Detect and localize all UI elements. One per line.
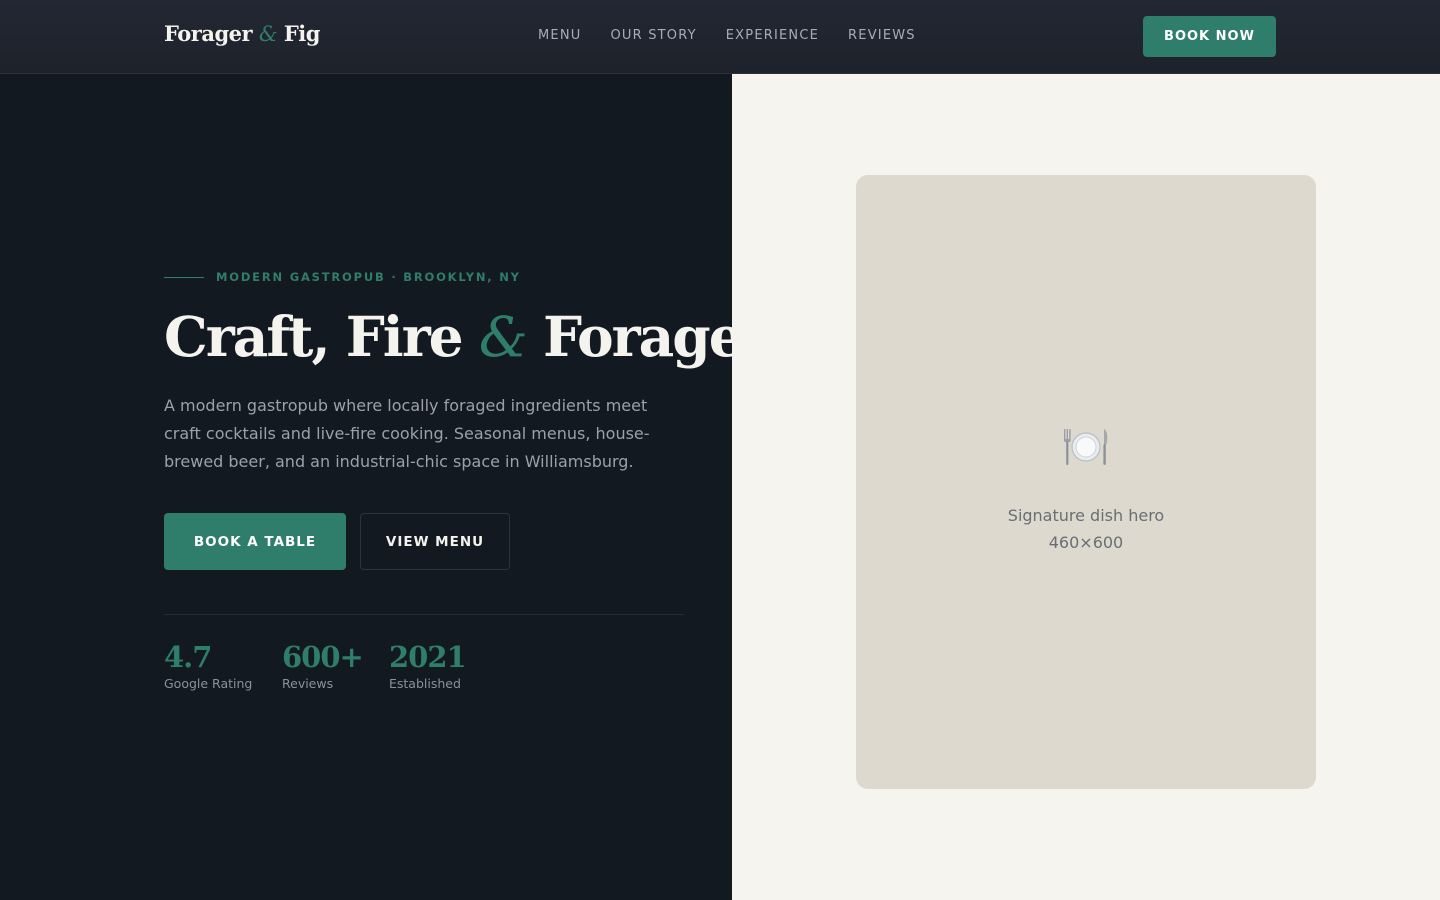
stats-divider xyxy=(164,614,684,615)
signature-dish-image-placeholder: Signature dish hero 460×600 xyxy=(856,175,1316,789)
stat-label: Reviews xyxy=(282,676,334,691)
brand-name-part1: Forager xyxy=(164,21,253,46)
plate-with-cutlery-icon xyxy=(856,423,1316,475)
stat-label: Established xyxy=(389,676,461,691)
eyebrow-text: MODERN GASTROPUB · BROOKLYN, NY xyxy=(216,270,521,284)
stat-value: 4.7 xyxy=(164,640,212,674)
stat-established: 2021 Established xyxy=(389,640,467,691)
main-nav: MENU OUR STORY EXPERIENCE REVIEWS xyxy=(538,28,916,43)
book-now-button[interactable]: BOOK NOW xyxy=(1143,16,1276,57)
brand-ampersand: & xyxy=(258,22,278,46)
view-menu-button[interactable]: VIEW MENU xyxy=(360,513,510,570)
eyebrow-rule xyxy=(164,276,204,278)
caption-line2: 460×600 xyxy=(1048,533,1124,552)
headline-part2: Forage xyxy=(542,304,744,369)
placeholder-caption: Signature dish hero 460×600 xyxy=(856,502,1316,556)
hero-intro: A modern gastropub where locally foraged… xyxy=(164,396,650,471)
headline-part1: Craft, Fire xyxy=(164,304,464,369)
stat-value: 2021 xyxy=(389,640,467,674)
stat-google-rating: 4.7 Google Rating xyxy=(164,640,252,691)
stat-value: 600+ xyxy=(282,640,364,674)
caption-line1: Signature dish hero xyxy=(1007,506,1165,525)
hero-eyebrow: MODERN GASTROPUB · BROOKLYN, NY xyxy=(164,270,521,284)
headline-ampersand: & xyxy=(478,305,528,369)
nav-link-menu[interactable]: MENU xyxy=(538,28,581,43)
stat-reviews: 600+ Reviews xyxy=(282,640,364,691)
hero-headline: Craft, Fire & Forage xyxy=(164,304,744,369)
brand-name-part2: Fig xyxy=(283,21,321,46)
top-navbar: Forager & Fig MENU OUR STORY EXPERIENCE … xyxy=(0,0,1440,74)
stat-label: Google Rating xyxy=(164,676,253,691)
brand-logo[interactable]: Forager & Fig xyxy=(164,21,320,46)
nav-link-our-story[interactable]: OUR STORY xyxy=(610,28,696,43)
nav-link-experience[interactable]: EXPERIENCE xyxy=(726,28,819,43)
nav-link-reviews[interactable]: REVIEWS xyxy=(848,28,916,43)
book-a-table-button[interactable]: BOOK A TABLE xyxy=(164,513,346,570)
